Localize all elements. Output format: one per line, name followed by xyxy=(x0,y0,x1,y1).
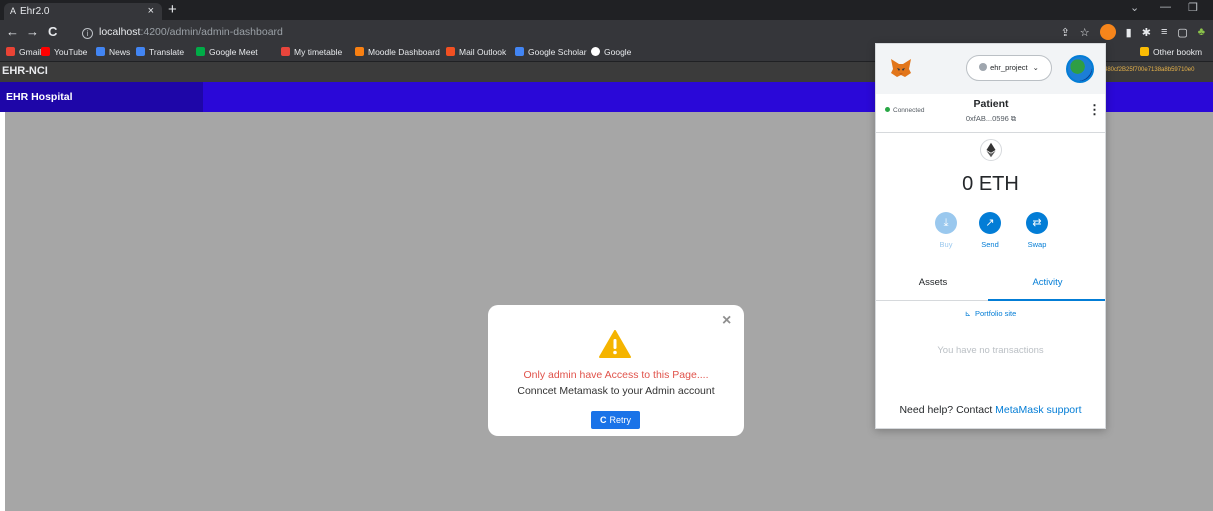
bookmark-gmail[interactable]: Gmail xyxy=(6,46,41,59)
retry-button[interactable]: C Retry xyxy=(591,411,640,429)
help-text: Need help? Contact MetaMask support xyxy=(899,404,1082,416)
metamask-header: ehr_project ⌄ xyxy=(876,44,1105,94)
tab-close-icon[interactable]: × xyxy=(148,3,154,20)
url-host: localhost xyxy=(99,26,141,38)
forward-icon[interactable]: → xyxy=(26,23,39,41)
chevron-down-icon: ⌄ xyxy=(1032,63,1039,72)
warning-icon xyxy=(599,330,631,358)
youtube-icon xyxy=(41,47,50,56)
browser-tab[interactable]: A Ehr2.0 × xyxy=(4,3,162,20)
browser-toolbar: ← → C i localhost:4200/admin/admin-dashbo… xyxy=(0,20,1213,44)
screen: A Ehr2.0 × + ⌄ — ❐ ← → C i localhost:4200/… xyxy=(0,0,1213,511)
bookmark-outlook[interactable]: Mail Outlook xyxy=(446,46,506,59)
folder-icon xyxy=(1140,47,1149,56)
download-icon: ⤓ xyxy=(935,212,957,234)
meet-icon xyxy=(196,47,205,56)
metamask-fox-icon[interactable] xyxy=(890,57,912,79)
info-message: Conncet Metamask to your Admin account xyxy=(517,385,715,397)
metamask-extension-icon[interactable] xyxy=(1099,24,1116,40)
account-address-text: 480cf2B25f700e7138a8b59710e0 xyxy=(1104,67,1195,73)
other-bookmarks[interactable]: Other bookm xyxy=(1140,46,1202,59)
connection-status[interactable]: Connected xyxy=(885,107,924,114)
active-tab-indicator xyxy=(988,299,1105,301)
new-tab-button[interactable]: + xyxy=(168,1,177,18)
profile-icon[interactable]: ♣ xyxy=(1198,26,1205,38)
restore-icon[interactable]: ❐ xyxy=(1188,1,1198,14)
minimize-icon[interactable]: — xyxy=(1160,1,1171,13)
send-button[interactable]: ↗ Send xyxy=(970,212,1010,249)
divider xyxy=(876,132,1105,133)
news-icon xyxy=(96,47,105,56)
swap-button[interactable]: ⇄ Swap xyxy=(1017,212,1057,249)
metamask-support-link[interactable]: MetaMask support xyxy=(995,404,1081,416)
translate-icon xyxy=(136,47,145,56)
timetable-icon xyxy=(281,47,290,56)
extension-doc-icon[interactable]: ▮ xyxy=(1126,26,1132,39)
network-name: ehr_project xyxy=(990,63,1028,72)
share-icon[interactable]: ⇪ xyxy=(1061,26,1070,39)
reading-list-icon[interactable]: ≡ xyxy=(1161,26,1167,38)
hospital-title-panel: EHR Hospital xyxy=(0,82,203,112)
copy-icon[interactable]: ⧉ xyxy=(1011,114,1016,123)
url-path: :4200/admin/admin-dashboard xyxy=(140,26,283,38)
bookmark-translate[interactable]: Translate xyxy=(136,46,184,59)
bookmark-moodle[interactable]: Moodle Dashboard xyxy=(355,46,440,59)
tab-title: Ehr2.0 xyxy=(20,6,50,17)
back-icon[interactable]: ← xyxy=(6,23,19,41)
network-status-icon xyxy=(979,63,988,71)
hospital-title: EHR Hospital xyxy=(6,91,73,103)
tab-activity[interactable]: Activity xyxy=(990,277,1105,288)
connected-dot-icon xyxy=(885,107,890,112)
google-icon xyxy=(591,47,600,56)
bookmark-star-icon[interactable]: ☆ xyxy=(1080,26,1090,39)
address-bar[interactable]: i localhost:4200/admin/admin-dashboard xyxy=(82,23,1082,41)
moodle-icon xyxy=(355,47,364,56)
site-info-icon[interactable]: i xyxy=(82,28,93,39)
portfolio-site-link[interactable]: ⊾ Portfolio site xyxy=(876,309,1105,318)
account-options-icon[interactable]: ⋮ xyxy=(1088,102,1101,118)
empty-transactions: You have no transactions xyxy=(937,345,1044,356)
side-panel-icon[interactable]: ▢ xyxy=(1177,26,1187,39)
network-selector[interactable]: ehr_project ⌄ xyxy=(966,55,1052,81)
account-address[interactable]: 0xfAB...0596 ⧉ xyxy=(936,114,1046,124)
toolbar-icons: ⇪ ☆ ▮ ✱ ≡ ▢ ♣ xyxy=(1061,23,1205,41)
tab-search-icon[interactable]: ⌄ xyxy=(1130,1,1139,14)
arrow-up-right-icon: ↗ xyxy=(979,212,1001,234)
app-brand[interactable]: EHR-NCI xyxy=(2,65,48,77)
bookmark-timetable[interactable]: My timetable xyxy=(281,46,342,59)
close-icon[interactable]: × xyxy=(722,312,731,330)
buy-button[interactable]: ⤓ Buy xyxy=(926,212,966,249)
extensions-puzzle-icon[interactable]: ✱ xyxy=(1142,26,1151,39)
reload-icon[interactable]: C xyxy=(48,23,57,41)
error-message: Only admin have Access to this Page.... xyxy=(523,369,709,381)
bookmark-google[interactable]: Google xyxy=(591,46,631,59)
metamask-popup: ehr_project ⌄ Connected Patient 0xfAB...0… xyxy=(875,43,1106,429)
bookmark-youtube[interactable]: YouTube xyxy=(41,46,87,59)
bookmark-google-meet[interactable]: Google Meet xyxy=(196,46,258,59)
bookmark-scholar[interactable]: Google Scholar xyxy=(515,46,587,59)
chart-icon: ⊾ xyxy=(964,309,971,318)
refresh-icon: C xyxy=(599,415,607,425)
bookmark-news[interactable]: News xyxy=(96,46,130,59)
account-name[interactable]: Patient xyxy=(936,98,1046,110)
account-avatar[interactable] xyxy=(1066,55,1094,83)
scholar-icon xyxy=(515,47,524,56)
gmail-icon xyxy=(6,47,15,56)
outlook-icon xyxy=(446,47,455,56)
tab-favicon: A xyxy=(10,6,17,16)
ethereum-icon xyxy=(980,139,1002,161)
balance: 0 ETH xyxy=(962,173,1019,195)
tab-assets[interactable]: Assets xyxy=(876,277,990,288)
swap-icon: ⇄ xyxy=(1026,212,1048,234)
retry-label: Retry xyxy=(609,415,631,425)
browser-tab-strip: A Ehr2.0 × + ⌄ — ❐ xyxy=(0,0,1213,20)
